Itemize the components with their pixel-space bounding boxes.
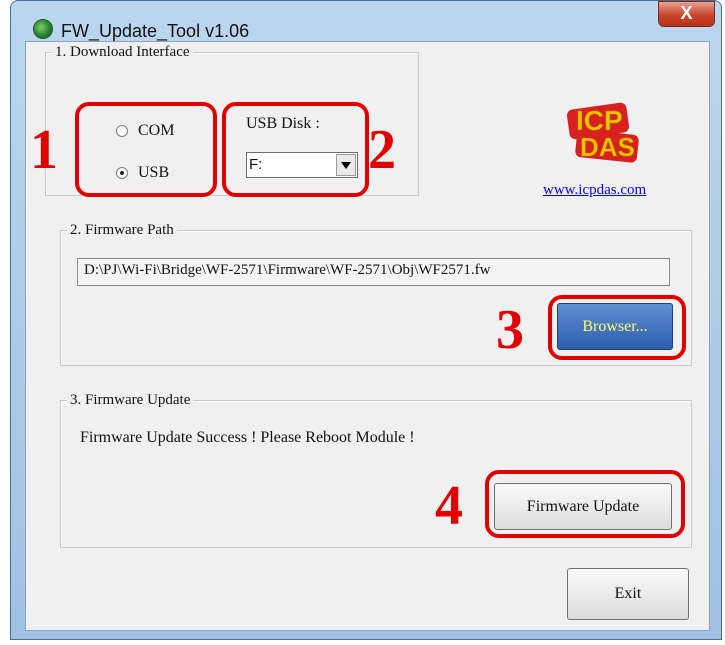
window-title: FW_Update_Tool v1.06 <box>61 21 250 41</box>
highlight-box-1 <box>75 102 217 197</box>
update-status-text: Firmware Update Success ! Please Reboot … <box>80 429 415 446</box>
icpdas-logo: ICP DAS <box>566 102 639 163</box>
close-button[interactable]: X <box>658 1 715 27</box>
step-number-3: 3 <box>496 299 524 361</box>
highlight-box-3 <box>548 295 686 360</box>
firmware-path-legend: 2. Firmware Path <box>67 222 177 239</box>
firmware-path-field[interactable]: D:\PJ\Wi-Fi\Bridge\WF-2571\Firmware\WF-2… <box>77 258 670 286</box>
step-number-4: 4 <box>435 475 463 537</box>
exit-button[interactable]: Exit <box>567 568 689 620</box>
highlight-box-2 <box>222 102 369 197</box>
svg-text:DAS: DAS <box>580 132 635 162</box>
firmware-update-legend: 3. Firmware Update <box>67 392 194 409</box>
step-number-2: 2 <box>368 119 396 181</box>
title-bar: FW_Update_Tool v1.06 X <box>11 1 721 41</box>
highlight-box-4 <box>485 470 685 538</box>
app-icon <box>33 19 53 39</box>
download-interface-legend: 1. Download Interface <box>52 44 193 61</box>
website-link[interactable]: www.icpdas.com <box>543 182 646 199</box>
step-number-1: 1 <box>30 119 58 181</box>
